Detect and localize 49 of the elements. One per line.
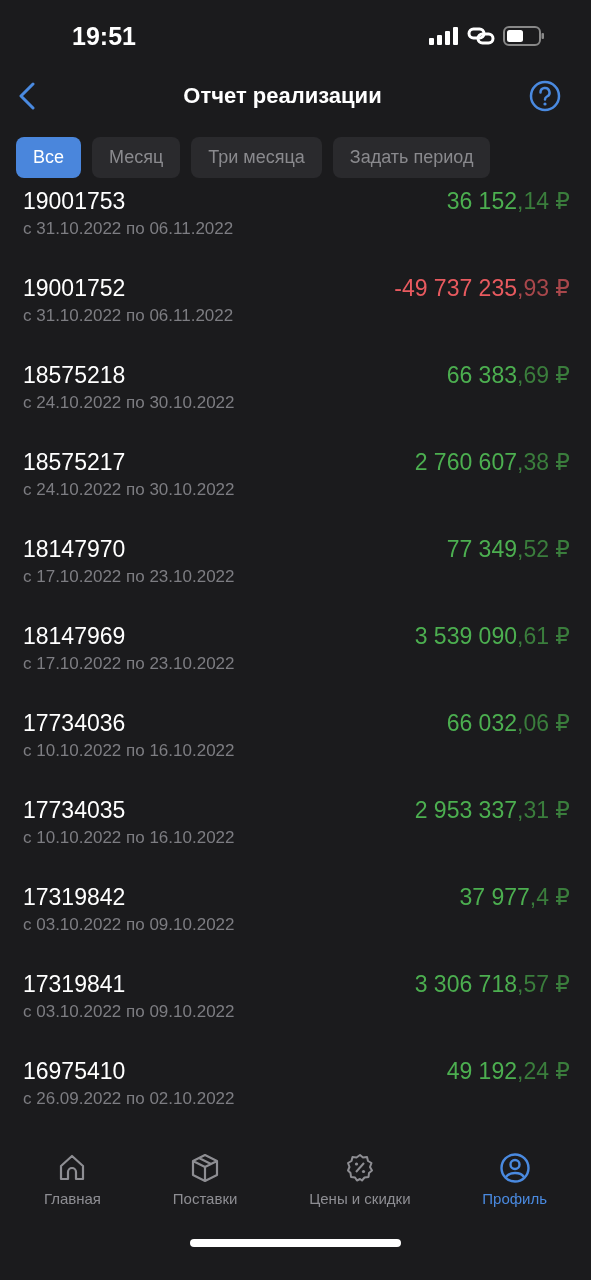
- link-icon: [467, 27, 495, 45]
- report-number[interactable]: 17319841: [23, 971, 235, 998]
- report-period: с 31.10.2022 по 06.11.2022: [23, 306, 234, 326]
- report-number[interactable]: 17734036: [23, 710, 235, 737]
- filter-tab[interactable]: Три месяца: [191, 137, 322, 178]
- report-amount: 36 152,14 ₽: [446, 188, 570, 215]
- help-icon[interactable]: [529, 80, 561, 112]
- report-period: с 24.10.2022 по 30.10.2022: [23, 393, 235, 413]
- back-icon[interactable]: [18, 82, 36, 110]
- report-amount: 2 760 607,38 ₽: [414, 449, 570, 476]
- report-amount: 37 977,4 ₽: [459, 884, 570, 911]
- report-amount: 66 383,69 ₽: [446, 362, 570, 389]
- report-number[interactable]: 18147969: [23, 623, 235, 650]
- report-period: с 03.10.2022 по 09.10.2022: [23, 1002, 235, 1022]
- filter-tab[interactable]: Месяц: [92, 137, 181, 178]
- report-period: с 26.09.2022 по 02.10.2022: [23, 1089, 235, 1109]
- report-number[interactable]: 19001752: [23, 275, 234, 302]
- report-period: с 03.10.2022 по 09.10.2022: [23, 915, 235, 935]
- battery-icon: [503, 26, 545, 46]
- report-amount: 77 349,52 ₽: [446, 536, 570, 563]
- report-amount: 3 306 718,57 ₽: [414, 971, 570, 998]
- report-number[interactable]: 18575218: [23, 362, 235, 389]
- report-period: с 10.10.2022 по 16.10.2022: [23, 828, 235, 848]
- report-amount: 49 192,24 ₽: [446, 1058, 570, 1085]
- status-time: 19:51: [72, 21, 136, 51]
- report-number[interactable]: 18147970: [23, 536, 235, 563]
- report-period: с 31.10.2022 по 06.11.2022: [23, 219, 234, 239]
- report-number[interactable]: 16975410: [23, 1058, 235, 1085]
- profile-icon: [498, 1152, 531, 1184]
- report-period: с 17.10.2022 по 23.10.2022: [23, 654, 235, 674]
- filter-tab[interactable]: Все: [16, 137, 82, 178]
- report-period: с 10.10.2022 по 16.10.2022: [23, 741, 235, 761]
- report-number[interactable]: 18575217: [23, 449, 235, 476]
- nav-tab[interactable]: Профиль: [476, 1148, 554, 1228]
- report-number[interactable]: 17319842: [23, 884, 235, 911]
- signal-icon: [429, 27, 459, 45]
- report-amount: -49 737 235,93 ₽: [394, 275, 570, 302]
- report-number[interactable]: 17734035: [23, 797, 235, 824]
- report-amount: 66 032,06 ₽: [446, 710, 570, 737]
- report-number[interactable]: 19001753: [23, 188, 234, 215]
- filter-tab[interactable]: Задать период: [332, 137, 491, 178]
- report-amount: 2 953 337,31 ₽: [414, 797, 570, 824]
- report-period: с 24.10.2022 по 30.10.2022: [23, 480, 235, 500]
- nav-tab[interactable]: Цены и скидки: [303, 1148, 417, 1228]
- report-amount: 3 539 090,61 ₽: [414, 623, 570, 650]
- nav-tab[interactable]: Поставки: [166, 1148, 244, 1228]
- nav-tab[interactable]: Главная: [37, 1148, 107, 1228]
- screen-title: Отчет реализации: [183, 83, 382, 109]
- report-period: с 17.10.2022 по 23.10.2022: [23, 567, 235, 587]
